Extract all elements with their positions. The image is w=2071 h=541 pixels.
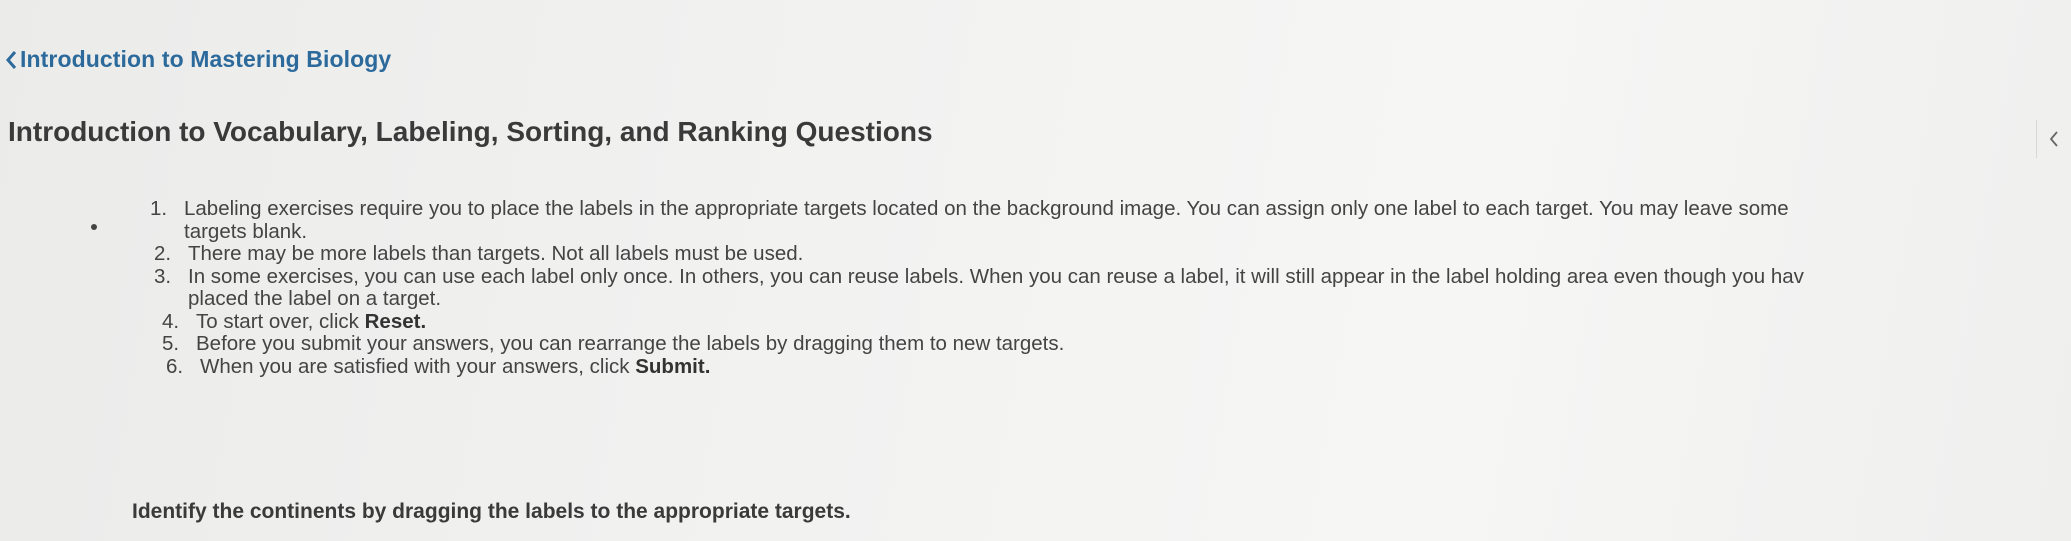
list-item-number: 5. xyxy=(162,332,180,355)
list-item-text: In some exercises, you can use each labe… xyxy=(188,264,1804,288)
list-item-text: There may be more labels than targets. N… xyxy=(188,242,804,265)
submit-keyword: Submit. xyxy=(635,354,711,378)
list-item-text: When you are satisfied with your answers… xyxy=(200,354,636,378)
collapse-panel-button[interactable] xyxy=(2036,120,2071,158)
list-item-number: 6. xyxy=(166,354,184,378)
list-item-text-continued: targets blank. xyxy=(184,219,308,243)
bullet-marker xyxy=(91,224,97,230)
chevron-left-icon xyxy=(2049,131,2058,147)
list-item: 5. Before you submit your answers, you c… xyxy=(162,332,2071,356)
instructions-list: 1. Labeling exercises require you to pla… xyxy=(150,197,2071,379)
assignment-page: Introduction to Mastering Biology Introd… xyxy=(0,0,2071,541)
question-prompt: Identify the continents by dragging the … xyxy=(132,500,851,523)
list-item: 3. In some exercises, you can use each l… xyxy=(154,264,2071,311)
list-item: 6. When you are satisfied with your answ… xyxy=(166,354,2071,379)
list-item-number: 2. xyxy=(154,242,172,265)
list-item-text: Before you submit your answers, you can … xyxy=(196,332,1065,355)
page-title: Introduction to Vocabulary, Labeling, So… xyxy=(8,116,933,147)
list-item: 1. Labeling exercises require you to pla… xyxy=(150,197,2071,243)
list-item: 4. To start over, click Reset. xyxy=(162,309,2071,334)
list-item-text: Labeling exercises require you to place … xyxy=(184,197,1789,220)
list-item-text-continued: placed the label on a target. xyxy=(188,287,442,310)
list-item-number: 1. xyxy=(150,197,168,220)
reset-keyword: Reset. xyxy=(364,309,427,333)
back-link-introduction[interactable]: Introduction to Mastering Biology xyxy=(4,46,391,73)
list-item-text: To start over, click xyxy=(196,309,365,333)
list-item: 2. There may be more labels than targets… xyxy=(154,242,2071,266)
back-link-label: Introduction to Mastering Biology xyxy=(20,46,392,72)
chevron-left-icon xyxy=(6,50,17,69)
list-item-number: 3. xyxy=(154,264,172,288)
list-item-number: 4. xyxy=(162,309,180,333)
